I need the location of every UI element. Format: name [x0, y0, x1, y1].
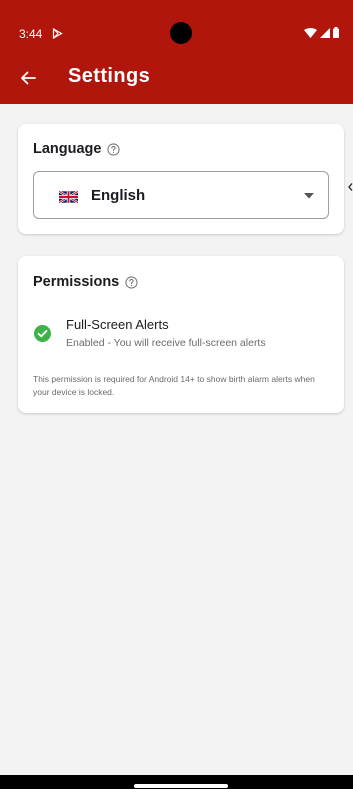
status-time: 3:44 [19, 27, 43, 41]
page-title: Settings [68, 65, 151, 87]
wifi-icon [304, 27, 317, 38]
uk-flag-icon [59, 191, 78, 203]
permission-title: Full-Screen Alerts [66, 317, 169, 332]
language-heading: Language [33, 141, 121, 157]
back-button[interactable] [14, 64, 42, 92]
arrow-back-icon [21, 71, 36, 85]
permission-note: This permission is required for Android … [33, 374, 315, 397]
permissions-heading: Permissions [33, 274, 138, 290]
permissions-heading-label: Permissions [33, 274, 120, 290]
chevron-left-icon [348, 183, 353, 191]
help-circle-icon[interactable] [125, 275, 138, 289]
language-heading-label: Language [33, 141, 102, 157]
signal-icon [320, 27, 330, 38]
language-selected-value: English [91, 187, 146, 204]
dropdown-caret-icon [304, 193, 314, 199]
language-dropdown[interactable]: English [33, 171, 329, 219]
camera-cutout [170, 22, 192, 44]
permission-status: Enabled - You will receive full-screen a… [66, 337, 266, 349]
play-store-icon [52, 28, 63, 39]
status-icons [304, 27, 339, 38]
toolbar: Settings [0, 56, 353, 100]
permission-item-fullscreen-alerts[interactable]: Full-Screen Alerts Enabled - You will re… [33, 316, 329, 356]
status-bar: 3:44 [0, 0, 353, 50]
system-nav-bar [0, 775, 353, 789]
battery-icon [333, 27, 339, 38]
language-card: Language English [18, 124, 344, 234]
app-bar: 3:44 Settings [0, 0, 353, 104]
check-circle-icon [34, 325, 51, 342]
permissions-card: Permissions Full-Screen Alerts Enabled -… [18, 256, 344, 413]
help-circle-icon[interactable] [107, 142, 121, 156]
home-gesture-handle[interactable] [134, 784, 228, 788]
